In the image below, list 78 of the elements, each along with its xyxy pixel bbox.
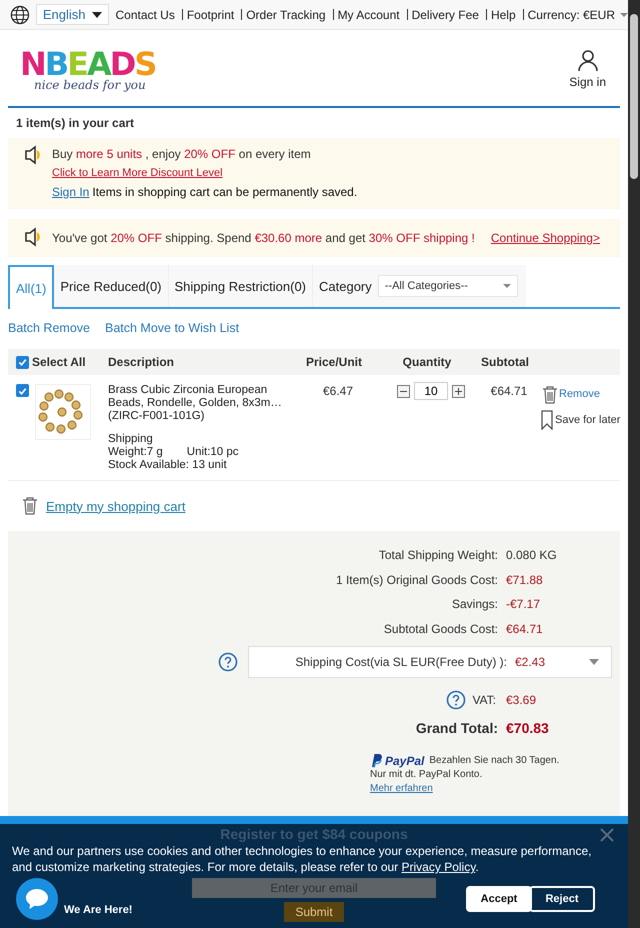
summary-label: VAT: xyxy=(472,693,496,707)
nav-link[interactable]: Footprint xyxy=(186,8,234,22)
language-select[interactable]: English xyxy=(36,4,110,25)
category-label: Category xyxy=(319,278,372,294)
paypal-note: Bezahlen Sie nach 30 Tagen. xyxy=(429,754,560,768)
summary-label: Grand Total: xyxy=(416,720,498,736)
paypal-icon xyxy=(370,753,382,768)
product-name[interactable]: Brass Cubic Zirconia European Beads, Rondelle, Golden, 8x3m… xyxy=(108,384,296,410)
notice-text: Items in shopping cart can be permanently saved. xyxy=(92,185,358,199)
sign-in-link[interactable]: Sign In xyxy=(52,185,90,199)
bookmark-icon xyxy=(540,410,554,430)
column-header: Quantity xyxy=(402,355,452,369)
promo-text: Buy more 5 units , enjoy 20% OFF on every item xyxy=(52,147,312,162)
accept-button[interactable]: Accept xyxy=(466,886,532,912)
price-text: €6.47 xyxy=(322,384,354,398)
shipping-label: Shipping xyxy=(108,433,154,446)
summary-label: Subtotal Goods Cost: xyxy=(384,622,498,636)
column-header: Select All xyxy=(32,355,86,369)
summary-label: 1 Item(s) Original Goods Cost: xyxy=(336,572,498,587)
summary-label: Total Shipping Weight: xyxy=(378,548,498,562)
discount-link[interactable]: Click to Learn More Discount Level xyxy=(52,166,358,181)
trash-icon xyxy=(540,384,558,404)
privacy-policy-link[interactable]: Privacy Policy xyxy=(402,860,476,874)
help-icon xyxy=(446,690,466,710)
product-code: (ZIRC-F001-101G) xyxy=(108,410,206,423)
close-icon[interactable] xyxy=(600,828,614,842)
reject-button[interactable]: Reject xyxy=(529,886,595,912)
chat-label: We Are Here! xyxy=(64,904,132,916)
save-for-later-link[interactable]: Save for later xyxy=(540,410,620,430)
tab[interactable]: Price Reduced(0) xyxy=(54,265,168,307)
sign-in-link[interactable]: Sign in xyxy=(569,48,606,88)
submit-button[interactable]: Submit xyxy=(284,902,344,922)
batch-action-link[interactable]: Batch Move to Wish List xyxy=(104,321,240,335)
shipping-select[interactable]: Shipping Cost(via SL EUR(Free Duty) ): €2.43 xyxy=(248,646,612,678)
weight-text: Weight:7 g xyxy=(108,446,163,458)
summary-label: Savings: xyxy=(452,597,498,612)
learn-more-link[interactable]: Mehr erfahren xyxy=(370,783,433,794)
checkbox[interactable] xyxy=(16,384,29,397)
stock-text: Stock Available: 13 unit xyxy=(108,459,228,472)
nav-link[interactable]: Help xyxy=(490,8,516,22)
nav-link[interactable]: Delivery Fee xyxy=(412,8,479,22)
paypal-note: Nur mit dt. PayPal Konto. xyxy=(370,768,484,782)
scrollbar[interactable] xyxy=(628,0,640,928)
summary-value: €64.71 xyxy=(506,622,544,636)
batch-action-link[interactable]: Batch Remove xyxy=(8,321,90,335)
nav-link[interactable]: Contact Us xyxy=(115,8,175,22)
nav-link[interactable]: My Account xyxy=(338,8,400,22)
unit-text: Unit:10 pc xyxy=(186,446,239,458)
globe-icon xyxy=(10,4,30,26)
chat-icon xyxy=(25,888,49,910)
person-icon xyxy=(576,48,600,72)
checkbox[interactable] xyxy=(16,356,29,368)
summary-value: €3.69 xyxy=(506,693,538,707)
subtotal-text: €64.71 xyxy=(490,384,528,398)
logo[interactable]: NBEADS nice beads for you xyxy=(20,48,156,92)
category-select[interactable]: --All Categories-- xyxy=(378,275,518,297)
tab[interactable]: All(1) xyxy=(8,265,54,309)
help-icon xyxy=(218,652,238,672)
summary-value: -€7.17 xyxy=(506,597,542,612)
tab[interactable]: Shipping Restriction(0) xyxy=(168,265,314,307)
plus-button[interactable] xyxy=(452,384,465,398)
column-header: Subtotal xyxy=(480,355,530,369)
paypal-logo: PayPal xyxy=(385,754,424,768)
promo-text: You've got 20% OFF shipping. Spend €30.60 more and get 30% OFF shipping ! xyxy=(52,231,475,245)
cart-count: 1 item(s) in your cart xyxy=(16,116,136,130)
remove-link[interactable]: Remove xyxy=(540,384,620,404)
column-header: Description xyxy=(107,355,176,369)
chat-button[interactable] xyxy=(16,878,58,920)
summary-value: €70.83 xyxy=(506,720,550,736)
summary-value: €71.88 xyxy=(506,572,544,587)
nav-link[interactable]: Order Tracking xyxy=(246,8,326,22)
cookie-text: We and our partners use cookies and other technologies to enhance your experience, measure performance, and customize marketing strategies. For more details, please refer to our Privacy Policy. xyxy=(11,843,592,875)
trash-icon xyxy=(20,495,40,517)
minus-button[interactable] xyxy=(397,384,410,398)
continue-shopping-link[interactable]: Continue Shopping> xyxy=(490,231,600,245)
quantity-field[interactable]: 10 xyxy=(414,382,448,400)
column-header: Price/Unit xyxy=(304,355,363,369)
empty-cart-link[interactable]: Empty my shopping cart xyxy=(20,495,608,517)
